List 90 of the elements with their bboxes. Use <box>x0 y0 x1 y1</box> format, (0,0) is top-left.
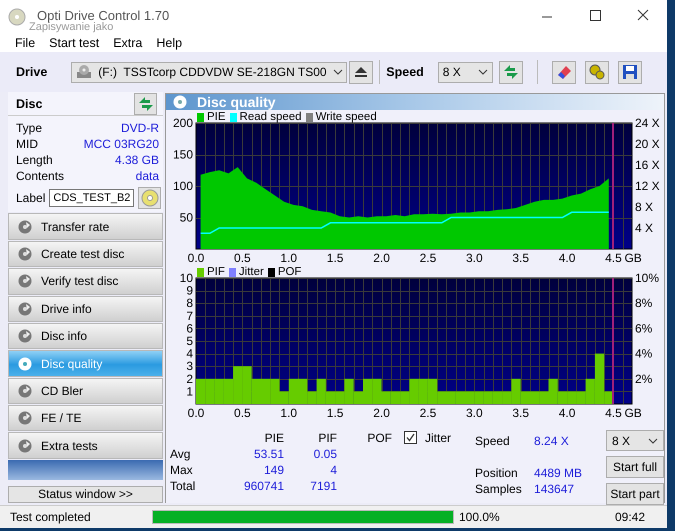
axis-tick-label: 1.5 <box>326 406 344 420</box>
axis-tick-label: 100 <box>172 179 193 193</box>
axis-tick-label: 1.0 <box>280 406 298 420</box>
axis-tick-label: 1 <box>186 384 193 398</box>
field-label: MID <box>16 137 38 152</box>
status-text: Test completed <box>9 510 92 524</box>
axis-tick-label: 2.0 <box>373 251 390 265</box>
axis-tick-label: 4.5 <box>605 406 622 420</box>
axis-tick-label: 4.0 <box>558 406 576 420</box>
row-label: Max <box>170 463 194 477</box>
axis-unit-label: GB <box>624 251 642 265</box>
info-value: 4489 MB <box>534 466 584 480</box>
field-value: MCC 03RG20 <box>84 137 159 152</box>
axis-tick-label: 9 <box>186 284 193 298</box>
info-value: 143647 <box>534 482 576 496</box>
field-value: data <box>136 169 159 184</box>
axis-tick-label: 3.5 <box>512 406 530 420</box>
axis-tick-label: 8 <box>186 296 193 310</box>
axis-tick-label: 6% <box>635 321 652 336</box>
column-header: POF <box>366 431 392 445</box>
axis-tick-label: 4 <box>186 346 193 361</box>
axis-tick-label: 3.0 <box>466 251 483 265</box>
column-header: PIE <box>264 431 284 445</box>
speed-label: Speed <box>386 65 424 79</box>
info-label: Samples <box>475 482 523 496</box>
axis-tick-label: 6 <box>186 321 193 336</box>
axis-tick-label: 4.5 <box>605 251 622 265</box>
field-label: Length <box>16 153 53 168</box>
axis-tick-label: 3.5 <box>512 251 530 265</box>
panel-title: Disc <box>16 96 42 111</box>
axis-tick-label: 4.0 <box>558 251 576 265</box>
axis-tick-label: 0.5 <box>234 406 251 420</box>
axis-tick-label: 8% <box>635 296 652 310</box>
axis-tick-label: 7 <box>186 308 193 323</box>
field-value: DVD-R <box>121 121 159 136</box>
column-header: PIF <box>317 431 337 445</box>
info-value: 8.24 X <box>534 434 570 448</box>
legend-label: Read speed <box>240 111 302 123</box>
axis-tick-label: 2 <box>186 372 193 386</box>
axis-tick-label: 4 X <box>635 221 654 235</box>
tooltip-text: Zapisywanie jako <box>29 21 114 33</box>
axis-tick-label: 10 <box>180 272 193 285</box>
axis-tick-label: 3 <box>186 359 193 374</box>
row-label: Avg <box>170 447 192 461</box>
axis-tick-label: 24 X <box>635 117 660 130</box>
axis-unit-label: GB <box>624 406 642 420</box>
axis-tick-label: 50 <box>180 210 193 224</box>
axis-tick-label: 4% <box>635 346 652 361</box>
axis-tick-label: 20 X <box>635 137 660 151</box>
info-label: Speed <box>475 434 511 448</box>
stat-value: 7191 <box>309 479 337 493</box>
legend-label: POF <box>278 266 302 278</box>
axis-tick-label: 2% <box>635 372 652 386</box>
axis-tick-label: 200 <box>172 117 193 130</box>
panel-title: Disc quality <box>197 94 276 110</box>
stat-value: 0.05 <box>312 447 337 461</box>
axis-tick-label: 0.0 <box>188 251 204 265</box>
axis-tick-label: 12 X <box>635 179 660 193</box>
axis-tick-label: 0.0 <box>188 406 204 420</box>
axis-tick-label: 3.0 <box>466 406 483 420</box>
stat-value: 4 <box>329 463 337 477</box>
axis-tick-label: 150 <box>172 148 193 162</box>
info-label: Position <box>475 466 519 480</box>
axis-tick-label: 1.5 <box>326 251 344 265</box>
field-label: Type <box>16 121 42 136</box>
axis-tick-label: 5 <box>186 334 193 348</box>
legend-label: PIE <box>207 111 226 123</box>
legend-label: Jitter <box>238 266 264 278</box>
checkbox-label: Jitter <box>425 431 452 445</box>
axis-tick-label: 1.0 <box>280 251 298 265</box>
axis-tick-label: 2.0 <box>373 406 390 420</box>
row-label: Total <box>170 479 196 493</box>
stat-value: 960741 <box>242 479 284 493</box>
legend-label: Write speed <box>316 111 377 123</box>
axis-tick-label: 2.5 <box>420 251 436 265</box>
field-value: 4.38 GB <box>114 153 159 168</box>
window-title: Opti Drive Control 1.70 <box>37 8 170 23</box>
field-label: Contents <box>16 169 64 184</box>
field-label: Label <box>16 191 46 206</box>
axis-tick-label: 8 X <box>635 200 654 214</box>
axis-tick-label: 2.5 <box>420 406 436 420</box>
drive-label: Drive <box>16 65 48 79</box>
stat-value: 149 <box>262 463 284 477</box>
axis-tick-label: 16 X <box>635 158 660 172</box>
axis-tick-label: 10% <box>635 272 660 285</box>
elapsed-time: 09:42 <box>614 510 645 524</box>
progress-percent: 100.0% <box>459 510 501 524</box>
legend-label: PIF <box>207 266 225 278</box>
axis-tick-label: 0.5 <box>234 251 251 265</box>
stat-value: 53.51 <box>252 447 284 461</box>
